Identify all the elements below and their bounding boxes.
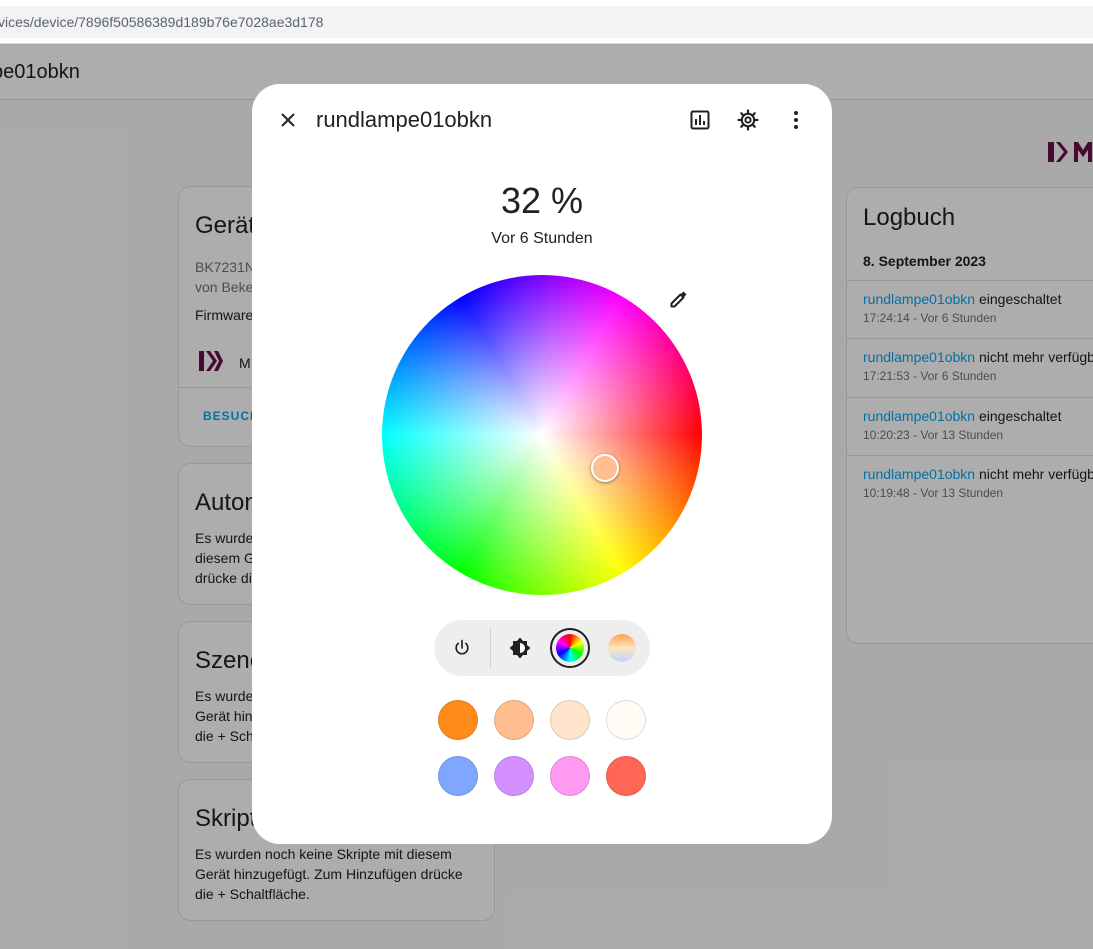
mode-selector — [434, 620, 650, 676]
favorite-color-7[interactable] — [550, 756, 590, 796]
history-button[interactable] — [680, 100, 720, 140]
dots-vertical-icon — [794, 111, 798, 129]
gear-icon — [737, 109, 759, 131]
brightness-value: 32 % — [500, 180, 584, 221]
chart-box-icon — [690, 110, 710, 130]
color-temp-icon — [608, 634, 636, 662]
color-wheel-mode-button[interactable] — [550, 628, 590, 668]
color-picker-button[interactable] — [658, 280, 698, 320]
favorite-color-5[interactable] — [438, 756, 478, 796]
brightness-mode-button[interactable] — [500, 628, 540, 668]
browser-url-bar: vices/device/7896f50586389d189b76e7028ae… — [0, 0, 1093, 44]
mode-divider — [490, 628, 491, 668]
favorite-color-1[interactable] — [438, 700, 478, 740]
brightness-icon — [509, 637, 531, 659]
favorite-color-2[interactable] — [494, 700, 534, 740]
dialog-title: rundlampe01obkn — [316, 107, 493, 132]
favorite-color-6[interactable] — [494, 756, 534, 796]
color-wheel[interactable] — [382, 275, 702, 595]
url-text[interactable]: vices/device/7896f50586389d189b76e7028ae… — [0, 14, 323, 30]
color-wheel-icon — [556, 634, 584, 662]
address-field[interactable]: vices/device/7896f50586389d189b76e7028ae… — [0, 6, 1093, 38]
eyedropper-icon — [670, 291, 687, 308]
close-icon — [281, 113, 295, 127]
power-toggle-button[interactable] — [442, 628, 482, 668]
close-button[interactable] — [268, 100, 308, 140]
light-more-info-dialog: rundlampe01obkn 32 % Vor 6 Stunden — [252, 84, 832, 844]
favorite-color-3[interactable] — [550, 700, 590, 740]
power-icon — [455, 639, 469, 655]
settings-button[interactable] — [728, 100, 768, 140]
favorite-color-4[interactable] — [606, 700, 646, 740]
last-changed: Vor 6 Stunden — [491, 230, 593, 247]
favorite-color-8[interactable] — [606, 756, 646, 796]
more-options-button[interactable] — [776, 100, 816, 140]
color-picker-handle[interactable] — [591, 454, 619, 482]
color-temp-mode-button[interactable] — [602, 628, 642, 668]
